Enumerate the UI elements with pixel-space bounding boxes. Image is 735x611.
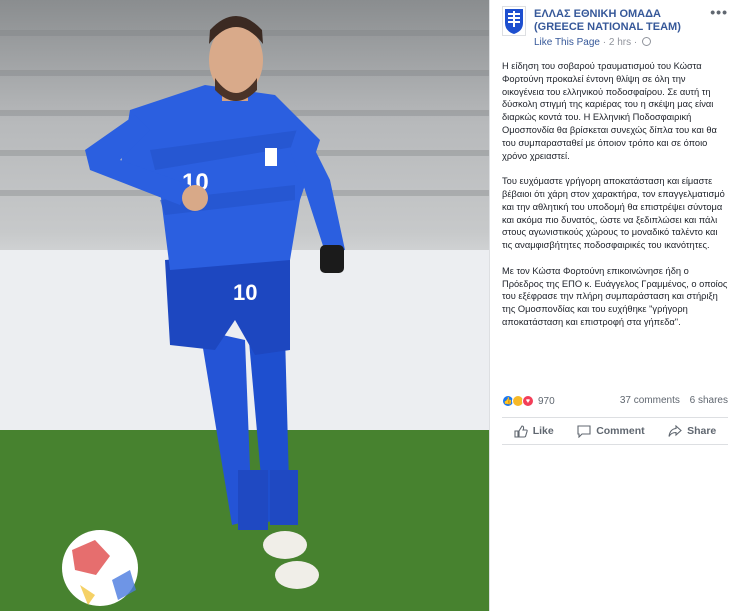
divider	[502, 444, 728, 445]
post-header: ΕΛΛΑΣ ΕΘΝΙΚΗ ΟΜΑΔΑ (GREECE NATIONAL TEAM…	[502, 4, 728, 50]
like-label: Like	[532, 425, 554, 437]
post-timestamp[interactable]: 2 hrs	[609, 37, 631, 48]
engagement-stats: 👍 ♥ 970 37 comments 6 shares	[502, 395, 728, 411]
greece-crest-icon	[505, 9, 523, 34]
reaction-count: 970	[538, 395, 555, 407]
shorts-number: 10	[233, 280, 257, 305]
post-photo[interactable]: 10 10	[0, 0, 489, 611]
post-actions: Like Comment Share	[502, 420, 728, 442]
post-paragraph: Η είδηση του σοβαρού τραυματισμού του Κώ…	[502, 61, 717, 161]
share-label: Share	[687, 425, 717, 437]
comments-count-link[interactable]: 37 comments	[620, 395, 680, 406]
page-name-link[interactable]: ΕΛΛΑΣ ΕΘΝΙΚΗ ΟΜΑΔΑ (GREECE NATIONAL TEAM…	[534, 8, 712, 34]
post-panel: ΕΛΛΑΣ ΕΘΝΙΚΗ ΟΜΑΔΑ (GREECE NATIONAL TEAM…	[489, 0, 735, 611]
post-meta: Like This Page · 2 hrs ·	[534, 37, 652, 48]
share-button[interactable]: Share	[668, 424, 717, 438]
page-avatar[interactable]	[502, 6, 526, 36]
like-button[interactable]: Like	[514, 424, 554, 438]
player-illustration: 10 10	[0, 16, 489, 611]
meta-separator-2: ·	[633, 37, 638, 48]
thumbs-up-icon	[514, 424, 528, 438]
post-body: Η είδηση του σοβαρού τραυματισμού του Κώ…	[502, 60, 730, 342]
comment-share-counts: 37 comments 6 shares	[620, 395, 728, 406]
globe-icon	[642, 37, 652, 46]
comment-label: Comment	[596, 425, 645, 437]
reactions-summary[interactable]: 👍 ♥ 970	[502, 395, 555, 407]
speech-bubble-icon	[577, 424, 591, 438]
more-options-icon[interactable]: •••	[710, 4, 728, 20]
love-reaction-icon: ♥	[522, 395, 534, 407]
shares-count-link[interactable]: 6 shares	[690, 395, 728, 406]
like-page-link[interactable]: Like This Page	[534, 37, 600, 48]
divider	[502, 417, 728, 418]
share-arrow-icon	[668, 424, 682, 437]
comment-button[interactable]: Comment	[577, 424, 645, 438]
meta-separator: ·	[602, 37, 607, 48]
post-paragraph: Του ευχόμαστε γρήγορη αποκατάσταση και ε…	[502, 176, 725, 251]
post-paragraph: Με τον Κώστα Φορτούνη επικοινώνησε ήδη ο…	[502, 265, 728, 327]
